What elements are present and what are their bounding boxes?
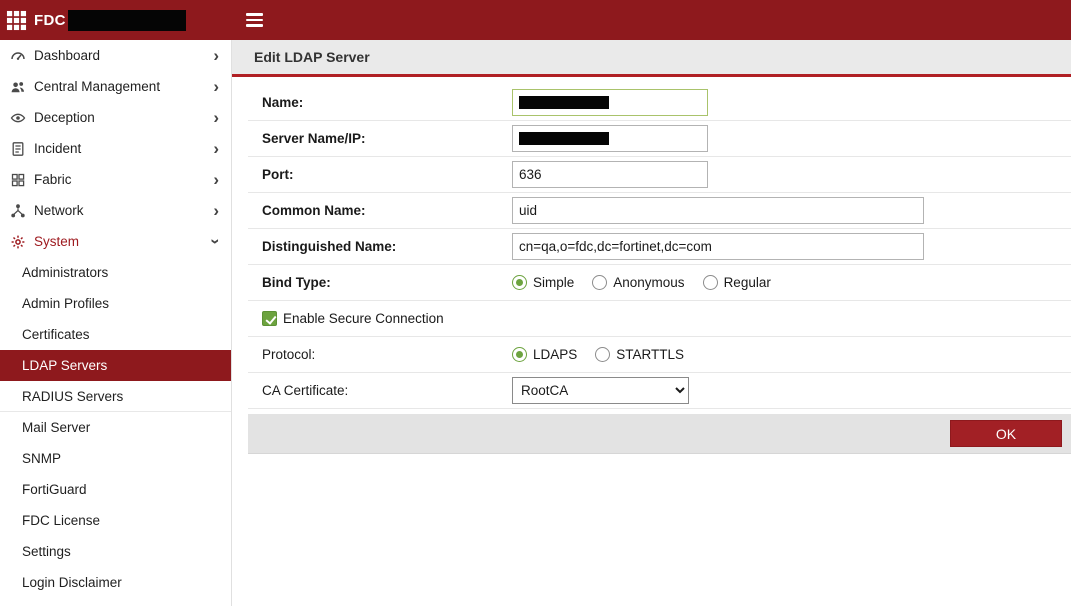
server-name-ip-label: Server Name/IP:: [262, 131, 512, 146]
sidebar-item-incident[interactable]: Incident ›: [0, 133, 231, 164]
page-title: Edit LDAP Server: [232, 40, 1071, 77]
deception-icon: [8, 110, 27, 126]
protocol-label: Protocol:: [262, 347, 512, 362]
chevron-down-icon: ›: [208, 239, 225, 245]
sidebar-item-fortiguard[interactable]: FortiGuard: [0, 474, 231, 505]
fabric-icon: [8, 172, 27, 188]
app-logo-icon: [6, 10, 27, 31]
form-row-protocol: Protocol: LDAPS STARTTLS: [248, 337, 1071, 373]
bind-type-option-anonymous[interactable]: Anonymous: [592, 275, 684, 290]
bind-type-option-simple[interactable]: Simple: [512, 275, 574, 290]
ok-button[interactable]: OK: [950, 420, 1062, 447]
form-row-common-name: Common Name:: [248, 193, 1071, 229]
gear-icon: [8, 234, 27, 250]
enable-secure-connection-checkbox[interactable]: Enable Secure Connection: [262, 311, 444, 326]
ldap-server-form: Name: Server Name/IP: Port: Common Name:: [248, 85, 1071, 409]
radio-selected-icon: [512, 347, 527, 362]
chevron-right-icon: ›: [213, 47, 219, 64]
sidebar-item-dashboard[interactable]: Dashboard ›: [0, 40, 231, 71]
app-window: FDC Dashboard › Central Management › Dec…: [0, 0, 1071, 606]
sidebar: Dashboard › Central Management › Decepti…: [0, 40, 232, 606]
sidebar-item-network[interactable]: Network ›: [0, 195, 231, 226]
sidebar-item-label: Central Management: [34, 79, 160, 94]
form-row-server: Server Name/IP:: [248, 121, 1071, 157]
form-row-port: Port:: [248, 157, 1071, 193]
bind-type-label: Bind Type:: [262, 275, 512, 290]
central-management-icon: [8, 79, 27, 95]
redacted-value: [519, 96, 609, 109]
chevron-right-icon: ›: [213, 109, 219, 126]
sidebar-item-label: Incident: [34, 141, 81, 156]
ca-certificate-select[interactable]: RootCA: [512, 377, 689, 404]
sidebar-item-settings[interactable]: Settings: [0, 536, 231, 567]
radio-icon: [703, 275, 718, 290]
dashboard-icon: [8, 48, 27, 64]
sidebar-item-deception[interactable]: Deception ›: [0, 102, 231, 133]
form-row-name: Name:: [248, 85, 1071, 121]
sidebar-item-fabric[interactable]: Fabric ›: [0, 164, 231, 195]
main-content: Edit LDAP Server Name: Server Name/IP: P…: [232, 40, 1071, 606]
distinguished-name-label: Distinguished Name:: [262, 239, 512, 254]
sidebar-item-admin-profiles[interactable]: Admin Profiles: [0, 288, 231, 319]
protocol-option-starttls[interactable]: STARTTLS: [595, 347, 684, 362]
chevron-right-icon: ›: [213, 202, 219, 219]
sidebar-item-fdc-license[interactable]: FDC License: [0, 505, 231, 536]
chevron-right-icon: ›: [213, 140, 219, 157]
form-row-distinguished-name: Distinguished Name:: [248, 229, 1071, 265]
bind-type-option-regular[interactable]: Regular: [703, 275, 771, 290]
form-row-bind-type: Bind Type: Simple Anonymous Regular: [248, 265, 1071, 301]
port-input[interactable]: [512, 161, 708, 188]
network-icon: [8, 203, 27, 219]
form-footer-bar: OK: [248, 414, 1071, 454]
common-name-input[interactable]: [512, 197, 924, 224]
brand-text: FDC: [34, 12, 66, 29]
sidebar-item-label: Dashboard: [34, 48, 100, 63]
radio-icon: [595, 347, 610, 362]
common-name-label: Common Name:: [262, 203, 512, 218]
radio-selected-icon: [512, 275, 527, 290]
chevron-right-icon: ›: [213, 78, 219, 95]
name-input[interactable]: [512, 89, 708, 116]
redacted-value: [519, 132, 609, 145]
sidebar-item-label: System: [34, 234, 79, 249]
sidebar-item-radius-servers[interactable]: RADIUS Servers: [0, 381, 231, 412]
server-name-ip-input[interactable]: [512, 125, 708, 152]
form-row-secure-connection: Enable Secure Connection: [248, 301, 1071, 337]
protocol-option-ldaps[interactable]: LDAPS: [512, 347, 577, 362]
hamburger-menu-icon[interactable]: [246, 13, 263, 30]
name-label: Name:: [262, 95, 512, 110]
sidebar-item-mail-server[interactable]: Mail Server: [0, 412, 231, 443]
form-row-ca-certificate: CA Certificate: RootCA: [248, 373, 1071, 409]
sidebar-item-administrators[interactable]: Administrators: [0, 257, 231, 288]
sidebar-item-system[interactable]: System ›: [0, 226, 231, 257]
sidebar-item-ldap-servers[interactable]: LDAP Servers: [0, 350, 231, 381]
sidebar-item-snmp[interactable]: SNMP: [0, 443, 231, 474]
sidebar-item-label: Network: [34, 203, 84, 218]
sidebar-item-central-management[interactable]: Central Management ›: [0, 71, 231, 102]
checkbox-checked-icon: [262, 311, 277, 326]
sidebar-item-certificates[interactable]: Certificates: [0, 319, 231, 350]
top-header-bar: FDC: [0, 0, 1071, 40]
sidebar-item-label: Fabric: [34, 172, 72, 187]
distinguished-name-input[interactable]: [512, 233, 924, 260]
incident-icon: [8, 141, 27, 157]
sidebar-item-login-disclaimer[interactable]: Login Disclaimer: [0, 567, 231, 598]
radio-icon: [592, 275, 607, 290]
ca-certificate-label: CA Certificate:: [262, 383, 512, 398]
port-label: Port:: [262, 167, 512, 182]
chevron-right-icon: ›: [213, 171, 219, 188]
sidebar-item-label: Deception: [34, 110, 95, 125]
redacted-hostname: [68, 10, 186, 31]
